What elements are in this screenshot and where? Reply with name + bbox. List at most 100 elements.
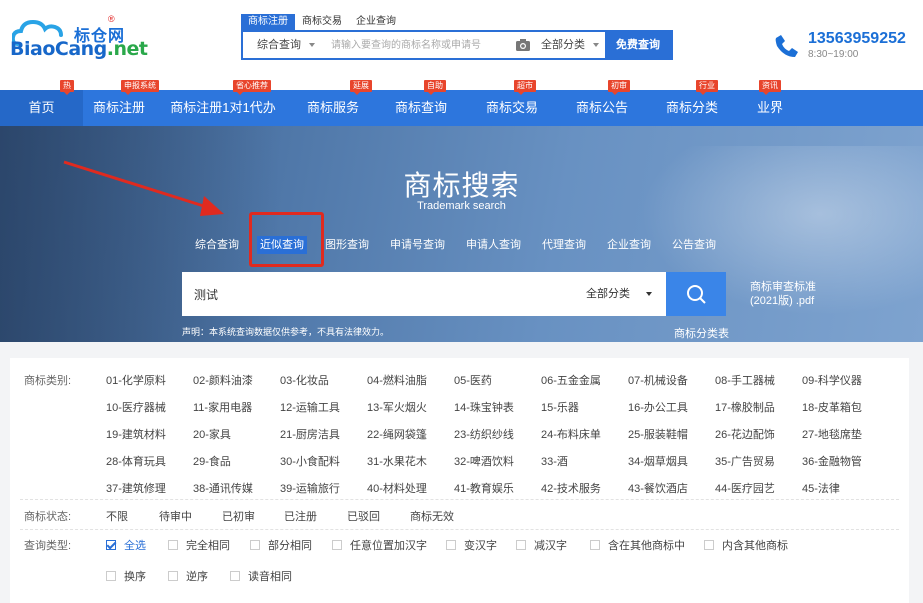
category-option[interactable]: 42-技术服务	[541, 480, 601, 496]
category-option[interactable]: 07-机械设备	[628, 372, 688, 388]
category-option[interactable]: 30-小食配料	[280, 453, 340, 469]
category-option[interactable]: 45-法律	[802, 480, 840, 496]
query-type-select-all[interactable]: 全选	[106, 537, 146, 553]
category-option[interactable]: 15-乐器	[541, 399, 579, 415]
category-option[interactable]: 08-手工器械	[715, 372, 775, 388]
search-type-company[interactable]: 企业查询	[607, 236, 651, 254]
category-option[interactable]: 09-科学仪器	[802, 372, 862, 388]
category-option[interactable]: 18-皮革箱包	[802, 399, 862, 415]
status-option-any[interactable]: 不限	[106, 508, 128, 524]
query-type-reorder[interactable]: 换序	[106, 568, 146, 584]
category-option[interactable]: 36-金融物管	[802, 453, 862, 469]
query-type-change-char[interactable]: 变汉字	[446, 537, 497, 553]
search-type-applicant[interactable]: 申请人查询	[466, 236, 521, 254]
category-option[interactable]: 04-燃料油脂	[367, 372, 427, 388]
search-type-announcement[interactable]: 公告查询	[672, 236, 716, 254]
main-search-input[interactable]	[182, 272, 586, 316]
main-search-button[interactable]	[666, 272, 726, 316]
query-type-remove-char[interactable]: 减汉字	[516, 537, 567, 553]
search-type-comprehensive[interactable]: 综合查询	[195, 236, 239, 254]
status-option-rejected[interactable]: 已驳回	[347, 508, 380, 524]
category-option[interactable]: 35-广告贸易	[715, 453, 775, 469]
status-option-preliminary[interactable]: 已初审	[222, 508, 255, 524]
category-option[interactable]: 32-啤酒饮料	[454, 453, 514, 469]
category-option[interactable]: 29-食品	[193, 453, 231, 469]
category-option[interactable]: 37-建筑修理	[106, 480, 166, 496]
query-type-label: 变汉字	[464, 540, 497, 552]
checkbox-icon	[168, 571, 178, 581]
checkbox-icon	[250, 540, 260, 550]
nav-item-register-agent[interactable]: 商标注册1对1代办 省心推荐	[155, 80, 291, 126]
category-option[interactable]: 25-服装鞋帽	[628, 426, 688, 442]
review-standard-pdf-link[interactable]: 商标审查标准 (2021版) .pdf	[750, 280, 816, 308]
category-option[interactable]: 21-厨房洁具	[280, 426, 340, 442]
category-option[interactable]: 13-军火烟火	[367, 399, 427, 415]
category-option[interactable]: 12-运输工具	[280, 399, 340, 415]
nav-badge: 超市	[514, 80, 536, 95]
category-option[interactable]: 39-运输旅行	[280, 480, 340, 496]
search-type-image[interactable]: 图形查询	[325, 236, 369, 254]
category-option[interactable]: 40-材料处理	[367, 480, 427, 496]
category-option[interactable]: 38-通讯传媒	[193, 480, 253, 496]
top-query-type-select[interactable]: 综合查询	[243, 32, 323, 58]
category-option[interactable]: 43-餐饮酒店	[628, 480, 688, 496]
query-type-contained-in-other[interactable]: 含在其他商标中	[590, 537, 685, 553]
category-option[interactable]: 24-布料床单	[541, 426, 601, 442]
category-option[interactable]: 06-五金金属	[541, 372, 601, 388]
category-option[interactable]: 19-建筑材料	[106, 426, 166, 442]
nav-item-home[interactable]: 首页 热	[0, 80, 83, 126]
category-option[interactable]: 14-珠宝钟表	[454, 399, 514, 415]
category-option[interactable]: 01-化学原料	[106, 372, 166, 388]
nav-item-service[interactable]: 商标服务 延展	[291, 80, 375, 126]
category-option[interactable]: 28-体育玩具	[106, 453, 166, 469]
nav-item-trade[interactable]: 商标交易 超市	[467, 80, 557, 126]
nav-item-announcement[interactable]: 商标公告 初审	[557, 80, 647, 126]
category-option[interactable]: 33-酒	[541, 453, 568, 469]
divider	[20, 499, 899, 500]
query-type-partial[interactable]: 部分相同	[250, 537, 312, 553]
nav-item-industry[interactable]: 业界 资讯	[737, 80, 803, 126]
category-option[interactable]: 27-地毯席垫	[802, 426, 862, 442]
category-option[interactable]: 17-橡胶制品	[715, 399, 775, 415]
nav-item-query[interactable]: 商标查询 自助	[375, 80, 467, 126]
checkbox-icon	[230, 571, 240, 581]
query-type-exact[interactable]: 完全相同	[168, 537, 230, 553]
category-option[interactable]: 26-花边配饰	[715, 426, 775, 442]
site-logo[interactable]: 标仓网 ® BiaoCang.net	[10, 14, 148, 64]
category-option[interactable]: 11-家用电器	[193, 399, 252, 415]
category-option[interactable]: 05-医药	[454, 372, 492, 388]
category-option[interactable]: 34-烟草烟具	[628, 453, 688, 469]
top-tab-trademark-trade[interactable]: 商标交易	[295, 14, 349, 30]
classification-table-link[interactable]: 商标分类表	[674, 325, 729, 341]
category-option[interactable]: 23-纺织纱线	[454, 426, 514, 442]
category-option[interactable]: 16-办公工具	[628, 399, 688, 415]
query-type-label: 任意位置加汉字	[350, 540, 427, 552]
top-category-select[interactable]: 全部分类	[535, 32, 605, 58]
top-tab-trademark-register[interactable]: 商标注册	[241, 14, 295, 30]
category-option[interactable]: 02-颜料油漆	[193, 372, 253, 388]
query-type-same-pronunciation[interactable]: 读音相同	[230, 568, 292, 584]
status-option-pending[interactable]: 待审中	[159, 508, 192, 524]
search-type-application-number[interactable]: 申请号查询	[390, 236, 445, 254]
category-option[interactable]: 44-医疗园艺	[715, 480, 775, 496]
query-type-reverse[interactable]: 逆序	[168, 568, 208, 584]
main-category-select[interactable]: 全部分类	[586, 272, 666, 316]
category-option[interactable]: 41-教育娱乐	[454, 480, 514, 496]
nav-item-classification[interactable]: 商标分类 行业	[647, 80, 737, 126]
top-search-input[interactable]	[323, 32, 511, 58]
free-query-button[interactable]: 免费查询	[605, 32, 671, 58]
category-option[interactable]: 10-医疗器械	[106, 399, 166, 415]
category-option[interactable]: 31-水果花木	[367, 453, 427, 469]
search-type-agent[interactable]: 代理查询	[542, 236, 586, 254]
query-type-contains-other[interactable]: 内含其他商标	[704, 537, 788, 553]
status-option-invalid[interactable]: 商标无效	[410, 508, 454, 524]
category-option[interactable]: 03-化妆品	[280, 372, 329, 388]
query-type-add-char[interactable]: 任意位置加汉字	[332, 537, 427, 553]
nav-badge: 自助	[424, 80, 446, 95]
nav-item-register[interactable]: 商标注册 申报系统	[83, 80, 159, 126]
category-option[interactable]: 20-家具	[193, 426, 231, 442]
camera-icon[interactable]	[511, 32, 535, 58]
category-option[interactable]: 22-绳网袋篷	[367, 426, 427, 442]
status-option-registered[interactable]: 已注册	[284, 508, 317, 524]
top-tab-company-query[interactable]: 企业查询	[349, 14, 403, 30]
